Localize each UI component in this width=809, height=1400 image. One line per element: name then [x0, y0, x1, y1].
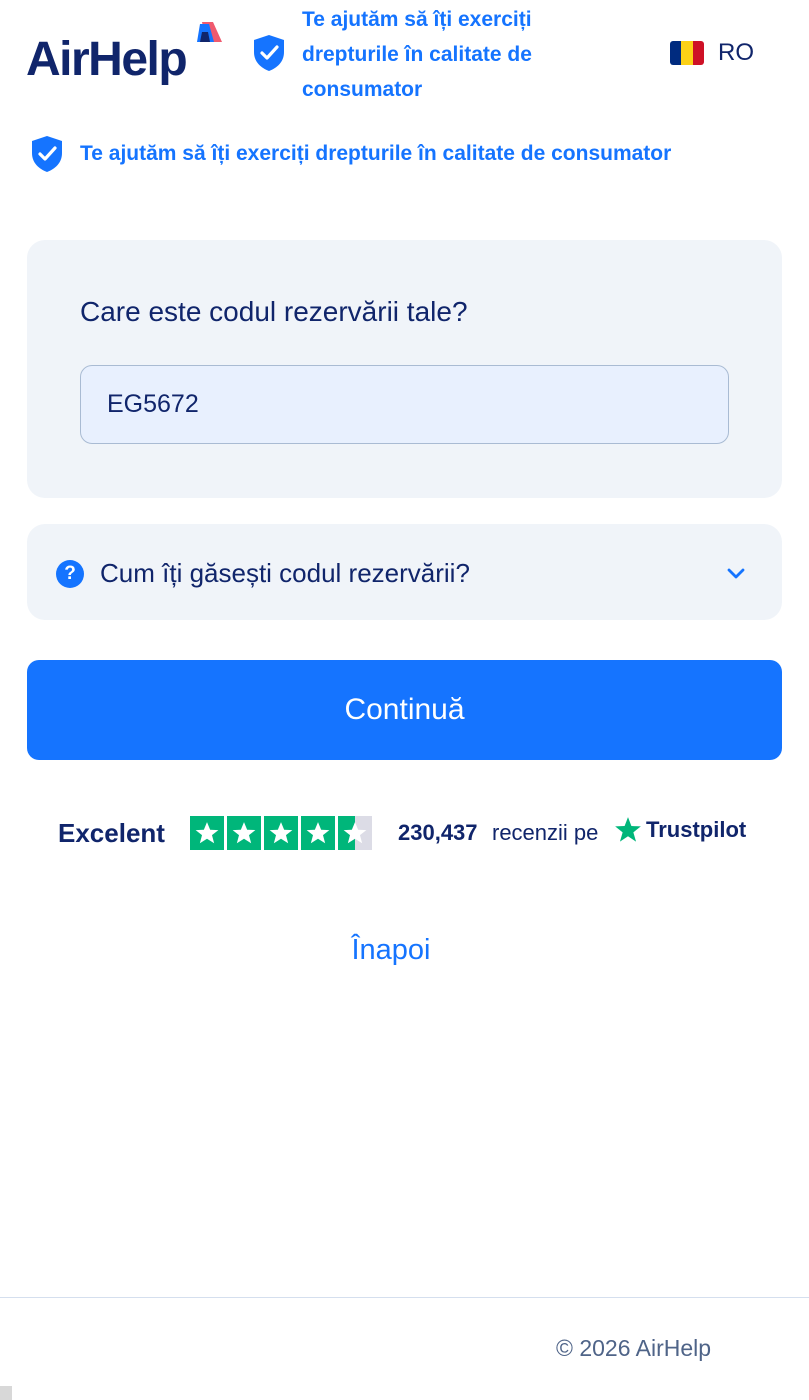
half-star-icon [338, 816, 372, 850]
corner-artifact [0, 1386, 12, 1400]
trustpilot-stars [190, 816, 373, 850]
language-code: RO [718, 39, 754, 66]
booking-code-input[interactable] [80, 365, 729, 444]
star-icon [301, 816, 335, 850]
airhelp-logo[interactable]: AirHelp [26, 22, 226, 92]
header-tagline: Te ajutăm să îți exerciți drepturile în … [302, 8, 532, 101]
shield-check-icon [32, 136, 62, 172]
trustpilot-review-count: 230,437 [398, 820, 478, 845]
copyright-text: © 2026 AirHelp [556, 1335, 712, 1361]
continue-button[interactable]: Continuă [27, 660, 782, 760]
star-icon [264, 816, 298, 850]
booking-code-label: Care este codul rezervării tale? [80, 296, 468, 327]
trustpilot-star-icon [615, 817, 641, 842]
logo-text: AirHelp [26, 33, 188, 86]
booking-code-help-accordion[interactable]: ? Cum îți găsești codul rezervării? [27, 524, 782, 620]
trustpilot-logo: Trustpilot [614, 816, 746, 844]
chevron-down-icon [727, 568, 745, 579]
help-question: Cum îți găsești codul rezervării? [100, 558, 470, 588]
star-icon [190, 816, 224, 850]
footer-divider [0, 1297, 809, 1298]
trustpilot-reviews-on: recenzii pe [492, 820, 599, 845]
star-icon [227, 816, 261, 850]
trustpilot-rating-word: Excelent [58, 818, 165, 848]
trustpilot-brand: Trustpilot [646, 817, 747, 842]
site-header: AirHelp Te ajutăm să îți exerciți dreptu… [0, 0, 809, 110]
booking-code-card: Care este codul rezervării tale? [27, 240, 782, 498]
back-link[interactable]: Înapoi [0, 934, 782, 967]
logo-mark-icon [197, 22, 222, 42]
shield-check-icon [254, 35, 284, 71]
trustpilot-widget[interactable]: Excelent 230,437 recenzii pe Trustpilot [58, 814, 758, 852]
romania-flag-icon [670, 41, 704, 65]
trust-banner-text: Te ajutăm să îți exerciți drepturile în … [80, 142, 672, 165]
trust-banner: Te ajutăm să îți exerciți drepturile în … [30, 134, 671, 174]
language-selector[interactable]: RO [670, 38, 754, 68]
question-icon: ? [56, 560, 84, 588]
